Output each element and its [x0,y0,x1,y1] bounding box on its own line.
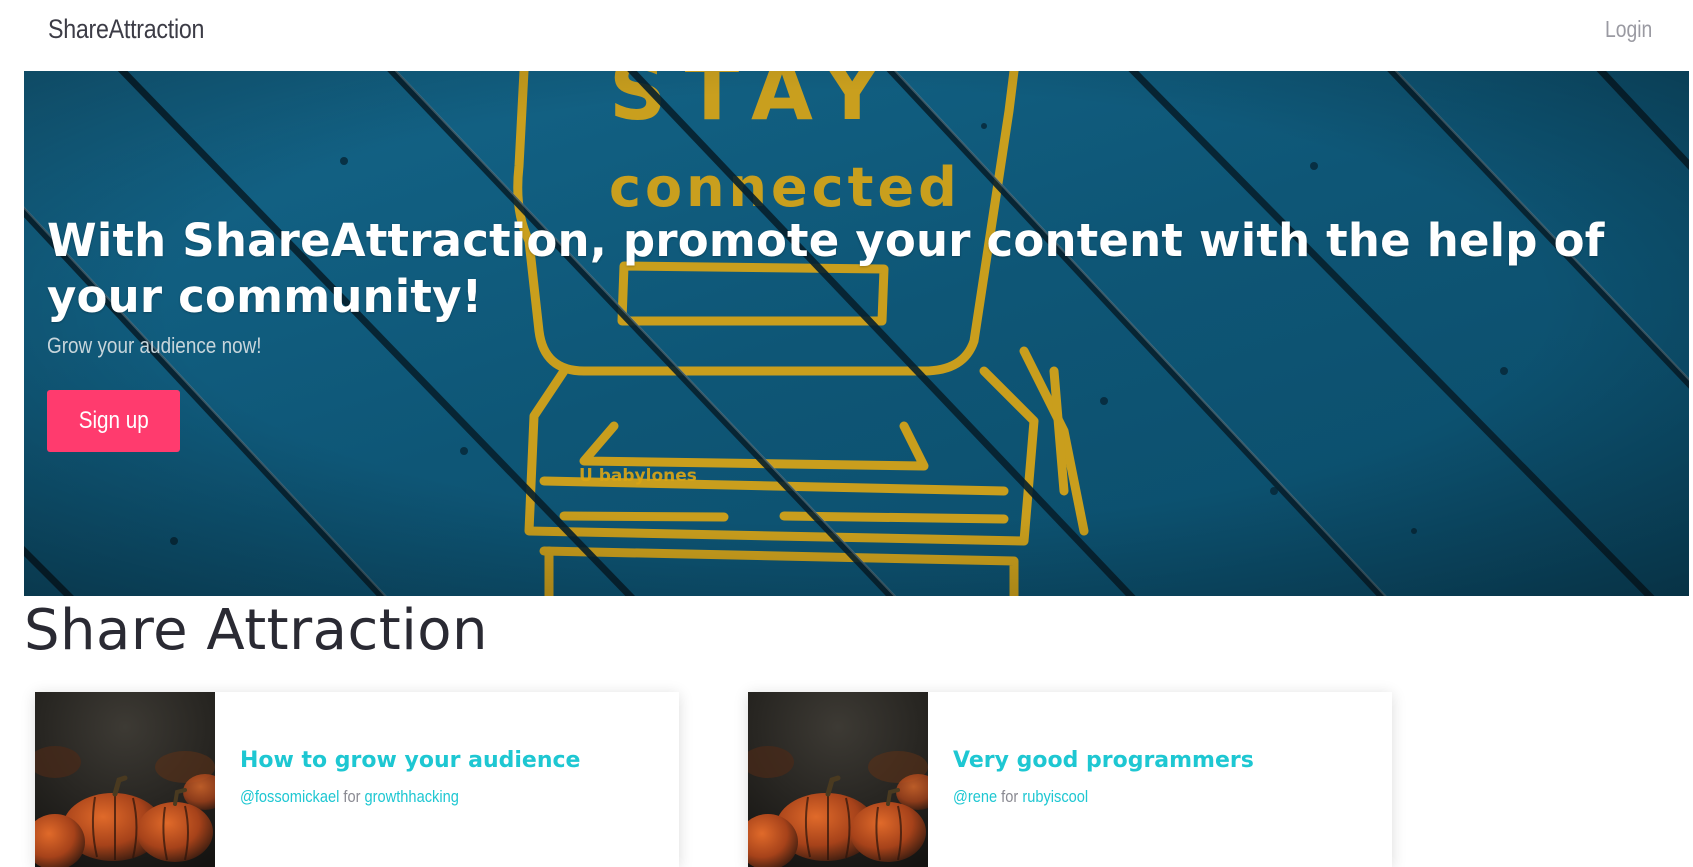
hero-banner: STAY connected ᑌ babylones [24,71,1689,596]
card-author-link[interactable]: @rene [953,787,997,806]
card-thumbnail-pumpkins-image [748,692,928,867]
card-body: Very good programmers @rene for rubyisco… [953,748,1382,807]
brand-logo-link[interactable]: ShareAttraction [48,14,204,45]
card-author-link[interactable]: @fossomickael [240,787,339,806]
card-title-link[interactable]: Very good programmers [953,748,1254,773]
card-thumbnail-pumpkins-image [35,692,215,867]
sign-up-button[interactable]: Sign up [47,390,180,452]
post-card[interactable]: How to grow your audience @fossomickael … [35,692,679,867]
card-meta: @fossomickael for growthhacking [240,787,609,807]
card-tag-link[interactable]: growthhacking [365,787,459,806]
card-body: How to grow your audience @fossomickael … [240,748,669,807]
section-title: Share Attraction [24,598,489,663]
post-card[interactable]: Very good programmers @rene for rubyisco… [748,692,1392,867]
card-for-text: for [343,787,361,806]
hero-title: With ShareAttraction, promote your conte… [47,214,1605,323]
top-navbar: ShareAttraction Login [0,0,1693,71]
hero-subtitle: Grow your audience now! [47,333,262,358]
hero-background-image: STAY connected ᑌ babylones [24,71,1689,596]
sign-up-button-label: Sign up [78,407,149,434]
card-tag-link[interactable]: rubyiscool [1022,787,1088,806]
card-title-link[interactable]: How to grow your audience [240,748,580,773]
card-meta: @rene for rubyiscool [953,787,1322,807]
login-link[interactable]: Login [1605,16,1652,43]
card-for-text: for [1001,787,1019,806]
